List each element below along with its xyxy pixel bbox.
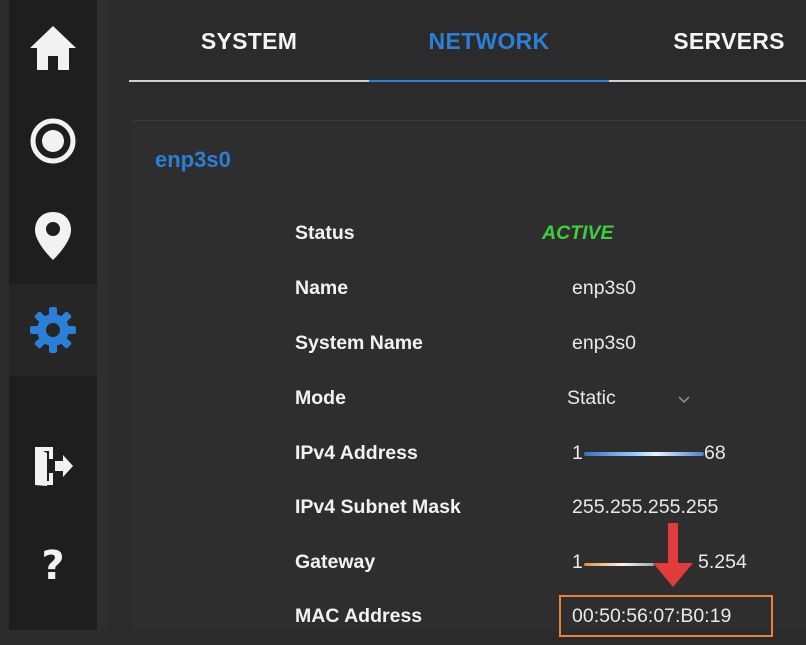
system-name-value: enp3s0 <box>572 332 636 354</box>
subnet-row: IPv4 Subnet Mask 255.255.255.255 <box>132 496 806 536</box>
tab-bar: SYSTEM NETWORK SERVERS <box>129 0 806 82</box>
gateway-row: Gateway 1 5.254 <box>132 551 806 591</box>
system-name-label: System Name <box>295 332 423 354</box>
mac-label: MAC Address <box>295 605 423 627</box>
status-value: ACTIVE <box>542 222 614 244</box>
interface-card: enp3s0 Status ACTIVE Name enp3s0 System … <box>132 120 806 637</box>
tab-network[interactable]: NETWORK <box>369 28 609 82</box>
mac-row: MAC Address 00:50:56:07:B0:19 <box>132 595 806 645</box>
gateway-label: Gateway <box>295 551 376 573</box>
status-label: Status <box>295 222 355 244</box>
map-pin-icon <box>35 212 71 260</box>
help-icon: ? <box>41 543 65 589</box>
ipv4-prefix: 1 <box>572 442 583 464</box>
mac-value: 00:50:56:07:B0:19 <box>572 605 732 627</box>
mode-select[interactable]: Static <box>567 385 697 415</box>
name-value: enp3s0 <box>572 277 636 299</box>
mode-value: Static <box>567 387 616 409</box>
app-window: ? SYSTEM NETWORK SERVERS enp3s0 Status A… <box>9 0 806 637</box>
tab-underline-servers <box>609 80 806 82</box>
gear-icon <box>30 307 76 353</box>
arrow-down-icon <box>653 563 693 587</box>
subnet-value: 255.255.255.255 <box>572 496 719 518</box>
home-icon <box>30 26 76 70</box>
mode-label: Mode <box>295 387 346 409</box>
radio-icon <box>30 118 76 164</box>
ipv4-label: IPv4 Address <box>295 442 418 464</box>
sidebar-item-home[interactable] <box>9 2 97 94</box>
arrow-shaft <box>668 523 678 567</box>
system-name-row: System Name enp3s0 <box>132 332 806 372</box>
mode-row: Mode Static <box>132 387 806 427</box>
chevron-down-icon <box>678 396 690 404</box>
gateway-redaction <box>584 563 654 566</box>
sidebar-divider <box>97 0 107 630</box>
ipv4-row: IPv4 Address 1 68 <box>132 442 806 482</box>
sidebar: ? <box>9 0 97 630</box>
tab-system[interactable]: SYSTEM <box>129 28 369 82</box>
status-row: Status ACTIVE <box>132 222 806 262</box>
sidebar-item-location[interactable] <box>9 190 97 282</box>
tab-underline-system <box>129 80 369 82</box>
gateway-suffix: 5.254 <box>698 551 747 573</box>
sidebar-item-record[interactable] <box>9 95 97 187</box>
ipv4-suffix: 68 <box>704 442 726 464</box>
tab-underline-network <box>369 80 609 82</box>
main-content: SYSTEM NETWORK SERVERS enp3s0 Status ACT… <box>107 0 806 637</box>
sidebar-item-settings[interactable] <box>9 284 97 376</box>
sidebar-item-logout[interactable] <box>9 420 97 512</box>
exit-icon <box>35 447 73 486</box>
sidebar-item-help[interactable]: ? <box>9 520 97 612</box>
subnet-label: IPv4 Subnet Mask <box>295 496 461 518</box>
interface-title[interactable]: enp3s0 <box>155 147 231 173</box>
name-row: Name enp3s0 <box>132 277 806 317</box>
tab-servers[interactable]: SERVERS <box>609 28 806 82</box>
name-label: Name <box>295 277 349 299</box>
gateway-prefix: 1 <box>572 551 583 573</box>
ipv4-redaction <box>584 452 704 456</box>
